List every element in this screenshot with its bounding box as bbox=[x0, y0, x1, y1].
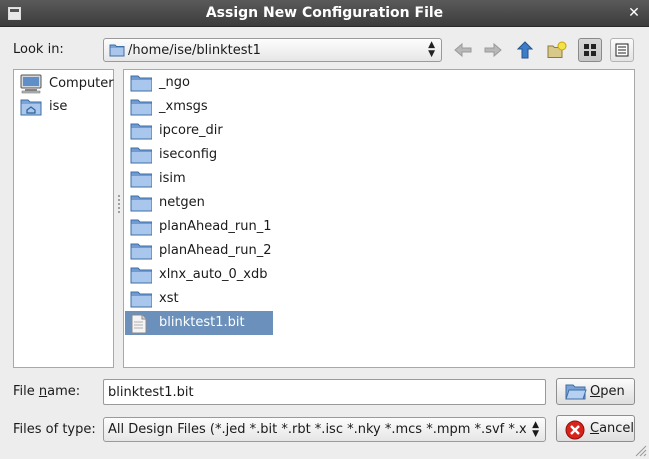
folder-icon bbox=[130, 218, 153, 240]
folder-item[interactable]: ipcore_dir bbox=[125, 119, 273, 143]
resize-grip-icon[interactable] bbox=[635, 445, 647, 457]
look-in-label: Look in: bbox=[13, 42, 64, 57]
folder-icon bbox=[130, 98, 153, 120]
folder-icon bbox=[130, 170, 153, 192]
look-in-path: /home/ise/blinktest1 bbox=[128, 43, 261, 58]
file-type-value: All Design Files (*.jed *.bit *.rbt *.is… bbox=[108, 422, 526, 437]
folder-item[interactable]: isim bbox=[125, 167, 273, 191]
new-folder-icon bbox=[547, 41, 567, 58]
look-in-combo[interactable]: /home/ise/blinktest1 ▲ ▼ bbox=[103, 38, 442, 62]
close-icon[interactable]: ✕ bbox=[627, 6, 641, 20]
places-sidebar: Computer ise bbox=[13, 69, 114, 368]
folder-icon bbox=[130, 194, 153, 216]
back-button[interactable] bbox=[451, 38, 475, 62]
folder-icon bbox=[130, 122, 153, 144]
open-folder-icon bbox=[565, 383, 587, 405]
folder-item[interactable]: planAhead_run_2 bbox=[125, 239, 273, 263]
item-label: blinktest1.bit bbox=[159, 315, 245, 330]
item-label: xlnx_auto_0_xdb bbox=[159, 267, 268, 282]
folder-item[interactable]: netgen bbox=[125, 191, 273, 215]
go-forward-icon bbox=[484, 42, 502, 58]
go-back-icon bbox=[454, 42, 472, 58]
file-name-label: File name: bbox=[13, 384, 81, 399]
new-folder-button[interactable] bbox=[545, 38, 569, 62]
folder-icon bbox=[109, 43, 125, 61]
item-label: xst bbox=[159, 291, 179, 306]
computer-icon bbox=[19, 74, 43, 98]
item-label: netgen bbox=[159, 195, 205, 210]
item-label: isim bbox=[159, 171, 186, 186]
up-button[interactable] bbox=[513, 38, 537, 62]
item-label: _xmsgs bbox=[159, 99, 208, 114]
open-button[interactable]: Open bbox=[556, 378, 635, 405]
sidebar-item-computer[interactable]: Computer bbox=[19, 73, 114, 98]
forward-button[interactable] bbox=[481, 38, 505, 62]
go-up-icon bbox=[517, 41, 533, 59]
file-item[interactable]: blinktest1.bit bbox=[125, 311, 273, 335]
item-label: planAhead_run_1 bbox=[159, 219, 272, 234]
home-folder-icon bbox=[19, 97, 43, 121]
item-label: ipcore_dir bbox=[159, 123, 223, 138]
folder-item[interactable]: _ngo bbox=[125, 71, 273, 95]
folder-icon bbox=[130, 266, 153, 288]
sidebar-item-label: Computer bbox=[49, 76, 114, 91]
file-type-label: Files of type: bbox=[13, 422, 96, 437]
detail-view-icon bbox=[615, 43, 629, 57]
item-label: iseconfig bbox=[159, 147, 218, 162]
window-title: Assign New Configuration File bbox=[205, 5, 444, 21]
folder-icon bbox=[130, 242, 153, 264]
folder-item[interactable]: planAhead_run_1 bbox=[125, 215, 273, 239]
detail-view-button[interactable] bbox=[610, 38, 634, 62]
file-name-input[interactable] bbox=[103, 379, 546, 405]
document-icon bbox=[130, 314, 148, 338]
folder-icon bbox=[130, 74, 153, 96]
folder-item[interactable]: iseconfig bbox=[125, 143, 273, 167]
pane-splitter[interactable] bbox=[117, 195, 121, 215]
sidebar-item-label: ise bbox=[49, 99, 68, 114]
cancel-icon bbox=[565, 420, 585, 444]
icon-view-button[interactable] bbox=[578, 38, 602, 62]
folder-icon bbox=[130, 146, 153, 168]
folder-item[interactable]: _xmsgs bbox=[125, 95, 273, 119]
sidebar-item-ise[interactable]: ise bbox=[19, 96, 113, 118]
folder-item[interactable]: xlnx_auto_0_xdb bbox=[125, 263, 273, 287]
item-label: planAhead_run_2 bbox=[159, 243, 272, 258]
chevron-updown-icon: ▲ ▼ bbox=[532, 420, 539, 439]
chevron-updown-icon: ▲ ▼ bbox=[428, 40, 435, 59]
file-list: _ngo _xmsgs ipcore_dir iseconfig isim netgen p… bbox=[123, 69, 635, 368]
icon-view-icon bbox=[584, 44, 596, 56]
item-label: _ngo bbox=[159, 75, 190, 90]
title-bar: Assign New Configuration File ✕ bbox=[0, 0, 649, 27]
file-type-combo[interactable]: All Design Files (*.jed *.bit *.rbt *.is… bbox=[103, 417, 546, 442]
folder-item[interactable]: xst bbox=[125, 287, 273, 311]
cancel-button[interactable]: Cancel bbox=[556, 415, 635, 442]
folder-icon bbox=[130, 290, 153, 312]
